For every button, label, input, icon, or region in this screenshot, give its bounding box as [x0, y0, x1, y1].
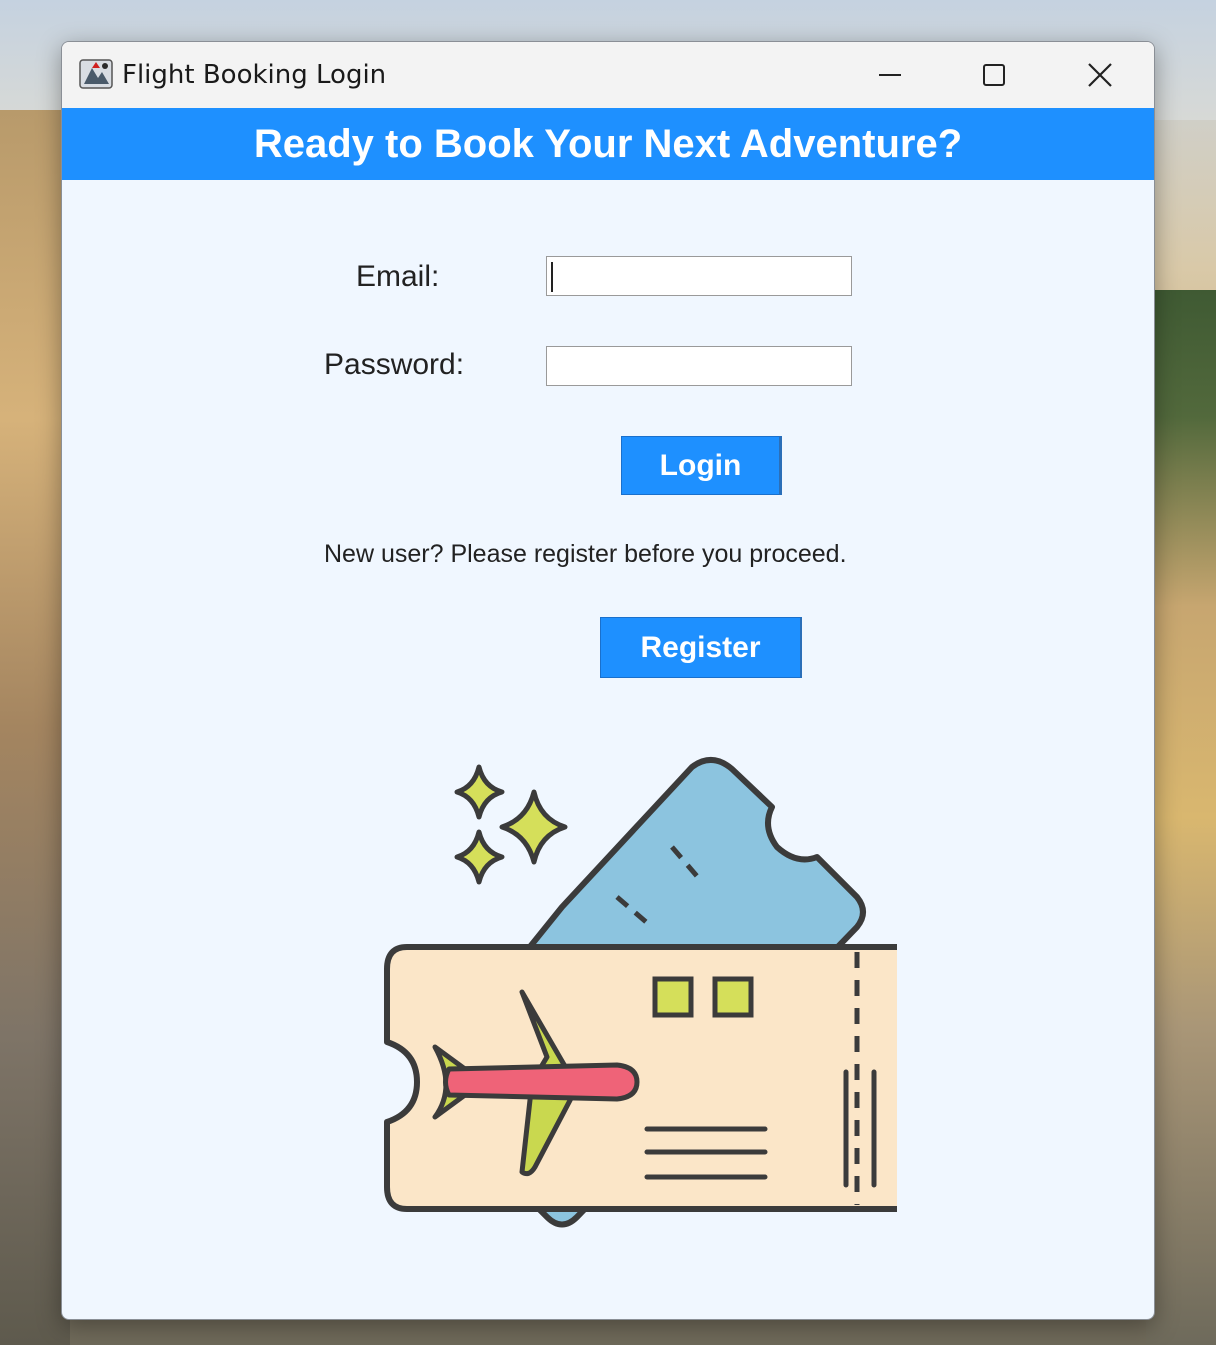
email-input[interactable]: [546, 256, 852, 296]
seat-square-icon: [712, 976, 754, 1018]
sparkle-icon: [454, 829, 505, 885]
password-input[interactable]: [546, 346, 852, 386]
text-caret: [551, 262, 553, 292]
header-banner: Ready to Book Your Next Adventure?: [62, 108, 1154, 180]
seat-square-icon: [652, 976, 694, 1018]
email-label: Email:: [356, 260, 440, 293]
login-button[interactable]: Login: [621, 436, 782, 495]
password-label: Password:: [324, 348, 465, 381]
minimize-button[interactable]: [860, 50, 920, 100]
register-button[interactable]: Register: [600, 617, 802, 678]
window-title: Flight Booking Login: [122, 60, 387, 90]
sparkle-icon: [499, 789, 568, 865]
java-app-icon: [79, 59, 113, 89]
maximize-icon: [983, 64, 1005, 86]
desktop-rock-left: [0, 110, 70, 1345]
title-bar[interactable]: Flight Booking Login: [62, 42, 1154, 108]
sparkle-icon: [454, 764, 505, 820]
desktop-rock-right: [1146, 290, 1216, 1345]
login-window: Flight Booking Login Ready to Book Your …: [61, 41, 1155, 1320]
plane-body-icon: [443, 1062, 640, 1102]
register-notice: New user? Please register before you pro…: [324, 540, 847, 568]
maximize-button[interactable]: [964, 50, 1024, 100]
minimize-icon: [879, 74, 901, 76]
flight-ticket-illustration: [384, 757, 897, 1228]
close-button[interactable]: [1070, 50, 1130, 100]
close-icon: [1088, 63, 1112, 87]
